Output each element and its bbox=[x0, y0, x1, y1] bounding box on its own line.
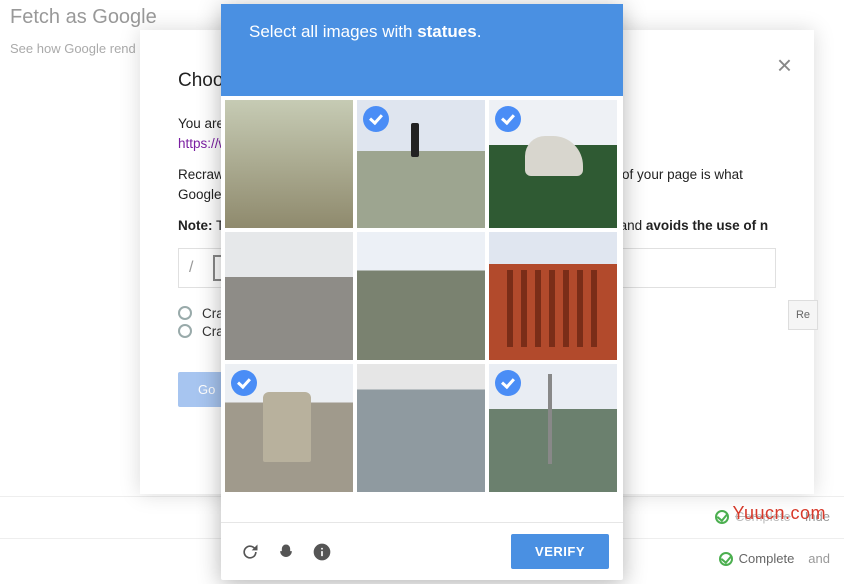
watermark: Yuucn.com bbox=[732, 503, 826, 524]
captcha-tile-2[interactable] bbox=[357, 100, 485, 228]
url-slash: / bbox=[179, 259, 203, 277]
captcha-footer: VERIFY bbox=[221, 522, 623, 580]
radio-icon bbox=[178, 324, 192, 338]
selected-check-icon bbox=[495, 370, 521, 396]
captcha-tile-7[interactable] bbox=[225, 364, 353, 492]
result-tail: and bbox=[808, 551, 830, 566]
captcha-tile-8[interactable] bbox=[357, 364, 485, 492]
close-icon[interactable]: × bbox=[777, 50, 792, 81]
captcha-tile-4[interactable] bbox=[225, 232, 353, 360]
captcha-tile-3[interactable] bbox=[489, 100, 617, 228]
radio-icon bbox=[178, 306, 192, 320]
prompt-target: statues bbox=[417, 22, 477, 41]
selected-check-icon bbox=[231, 370, 257, 396]
prompt-prefix: Select all images with bbox=[249, 22, 417, 41]
recaptcha-challenge: Select all images with statues. VERIFY bbox=[221, 4, 623, 580]
check-icon bbox=[719, 552, 733, 566]
prompt-period: . bbox=[477, 22, 482, 41]
captcha-tile-5[interactable] bbox=[357, 232, 485, 360]
captcha-instruction: Select all images with statues. bbox=[221, 4, 623, 96]
reload-icon[interactable] bbox=[239, 541, 261, 563]
selected-check-icon bbox=[495, 106, 521, 132]
status-text: Complete bbox=[739, 551, 795, 566]
verify-button[interactable]: VERIFY bbox=[511, 534, 609, 569]
check-icon bbox=[715, 510, 729, 524]
captcha-tile-1[interactable] bbox=[225, 100, 353, 228]
note-label: Note: bbox=[178, 218, 213, 233]
captcha-tile-6[interactable] bbox=[489, 232, 617, 360]
render-button[interactable]: Re bbox=[788, 300, 818, 330]
audio-icon[interactable] bbox=[275, 541, 297, 563]
captcha-tile-9[interactable] bbox=[489, 364, 617, 492]
selected-check-icon bbox=[363, 106, 389, 132]
note-bold-tail: avoids the use of n bbox=[646, 218, 768, 233]
info-icon[interactable] bbox=[311, 541, 333, 563]
captcha-grid bbox=[221, 100, 623, 492]
